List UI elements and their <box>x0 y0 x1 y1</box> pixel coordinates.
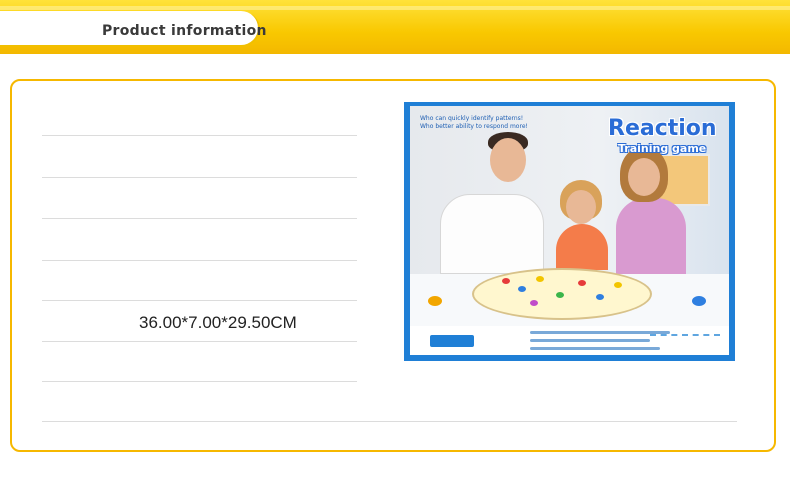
board-shape <box>536 276 544 282</box>
man-head <box>490 138 526 182</box>
girl-head <box>566 190 596 224</box>
box-description <box>530 331 670 334</box>
box-tagline: Who can quickly identify patterns! Who b… <box>420 115 528 131</box>
game-piece <box>692 296 706 306</box>
box-description <box>530 347 660 350</box>
box-description <box>530 339 650 342</box>
man-figure <box>440 194 544 274</box>
wave-decoration <box>650 334 720 350</box>
product-box-image: Who can quickly identify patterns! Who b… <box>404 102 735 361</box>
banner-highlight <box>0 6 790 10</box>
board-shape <box>530 300 538 306</box>
divider-line <box>42 218 357 219</box>
divider-line <box>42 381 357 382</box>
product-dimensions: 36.00*7.00*29.50CM <box>139 313 297 332</box>
board-shape <box>556 292 564 298</box>
box-tagline-line-1: Who can quickly identify patterns! <box>420 115 524 122</box>
board-shape <box>518 286 526 292</box>
divider-line <box>42 341 357 342</box>
divider-line <box>42 300 357 301</box>
board-shape <box>614 282 622 288</box>
warning-label <box>430 335 474 347</box>
box-title: Reaction <box>608 116 717 141</box>
section-title: Product information <box>102 23 267 39</box>
woman-figure <box>616 198 686 274</box>
woman-head <box>628 158 660 196</box>
box-tagline-line-2: Who better ability to respond more! <box>420 123 528 130</box>
game-piece <box>428 296 442 306</box>
divider-line <box>42 421 737 422</box>
box-artwork: Who can quickly identify patterns! Who b… <box>410 106 729 355</box>
box-subtitle: Training game <box>618 142 707 155</box>
board-shape <box>502 278 510 284</box>
divider-line <box>42 260 357 261</box>
divider-line <box>42 135 357 136</box>
girl-figure <box>556 224 608 270</box>
divider-line <box>42 177 357 178</box>
board-shape <box>596 294 604 300</box>
board-shape <box>578 280 586 286</box>
